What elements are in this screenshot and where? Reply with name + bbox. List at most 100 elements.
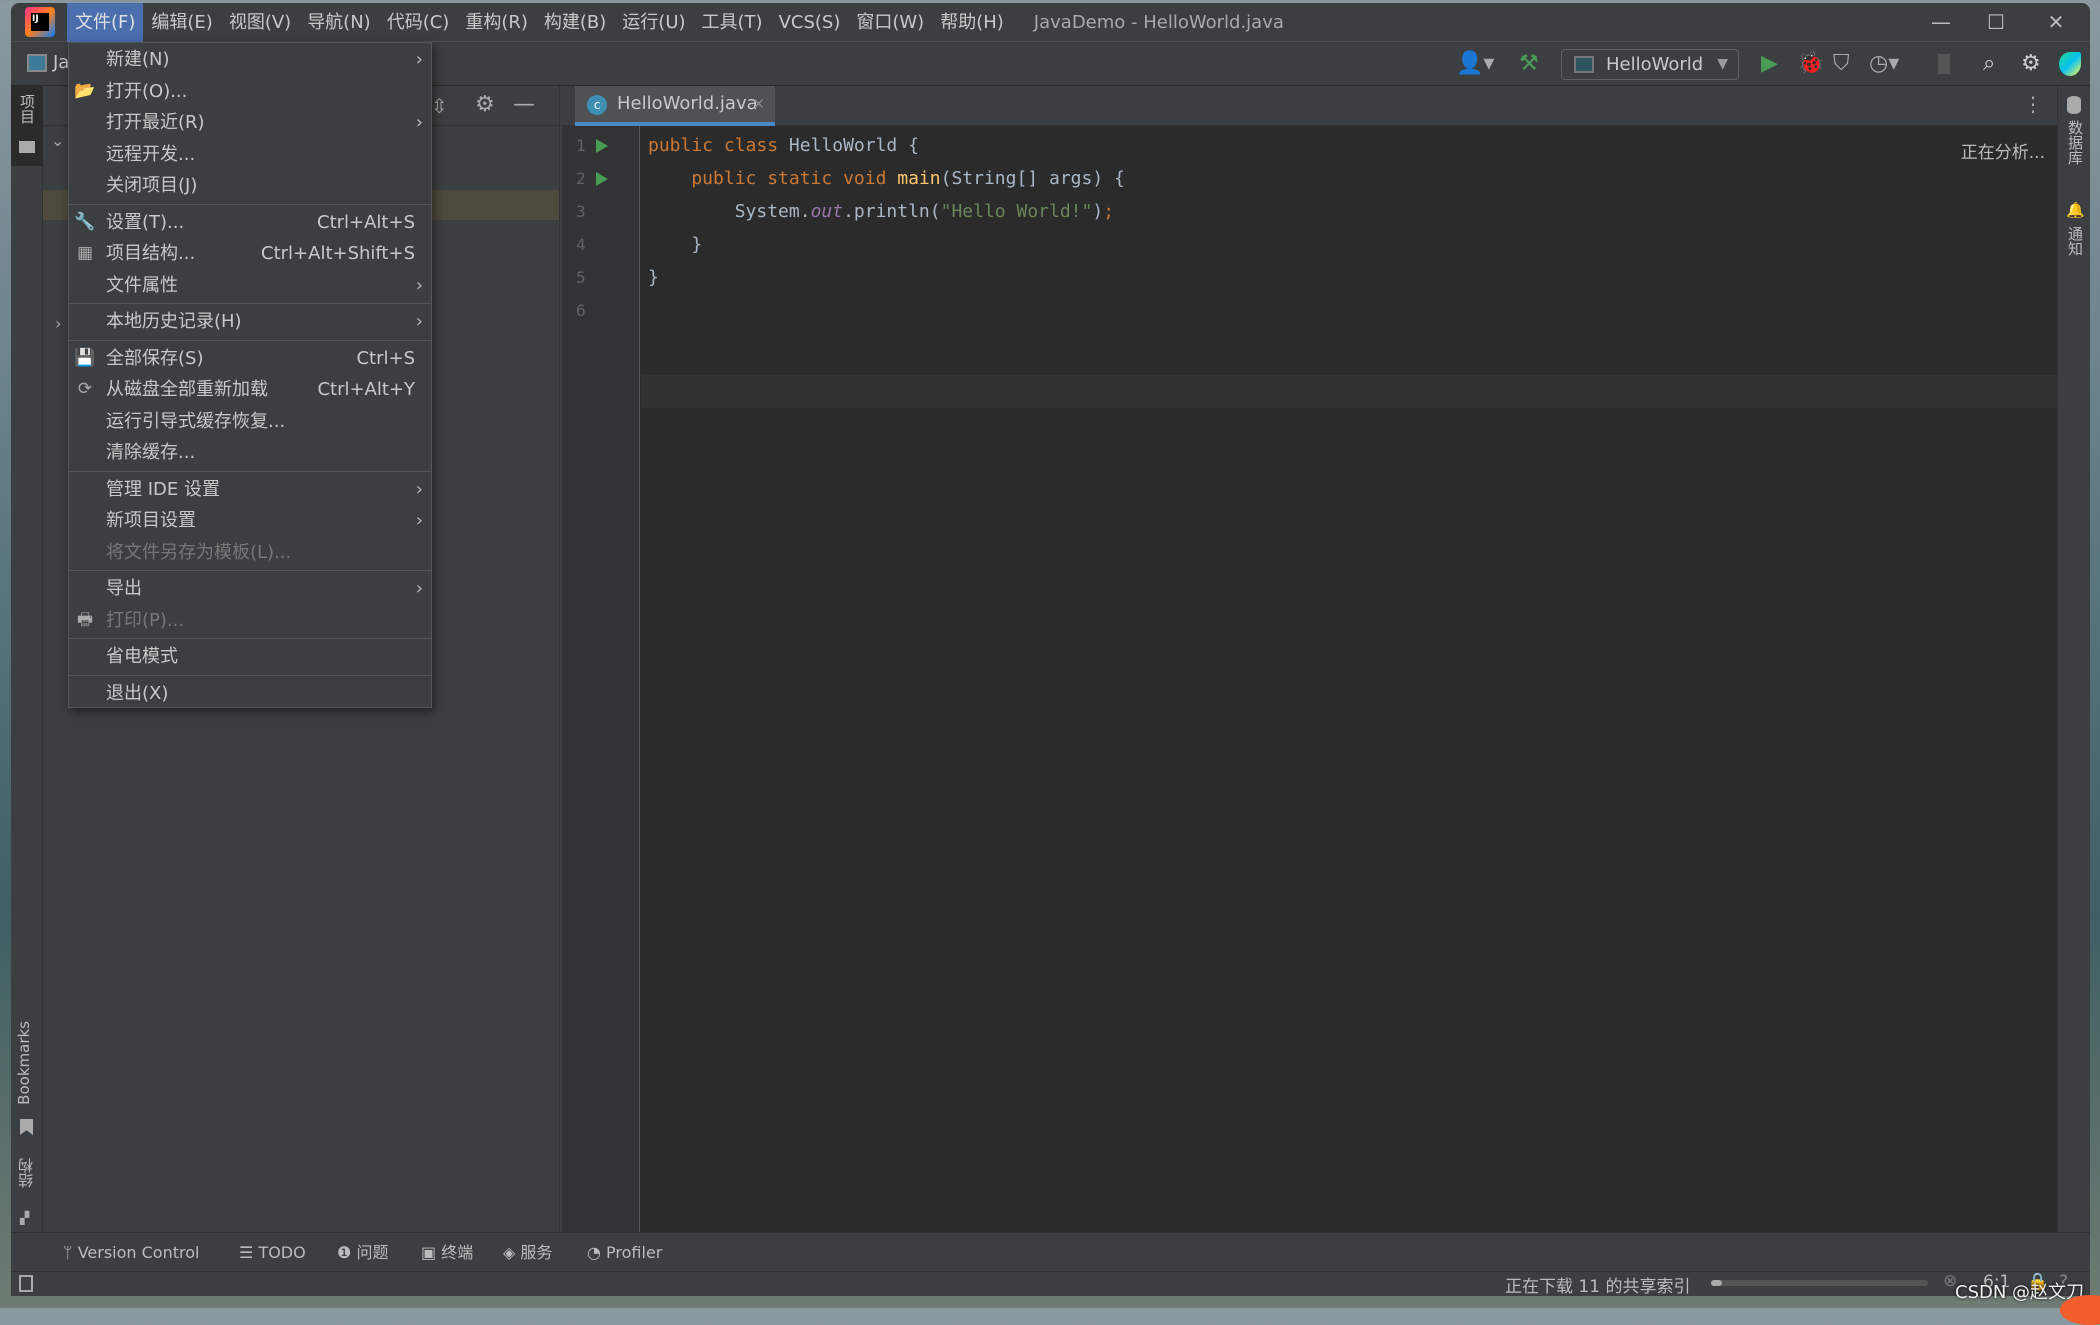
- tool-notifications[interactable]: 通知: [2065, 226, 2086, 256]
- gear-icon[interactable]: ⚙: [2021, 50, 2041, 78]
- code-line[interactable]: }: [648, 228, 702, 261]
- chevron-right-icon: ›: [415, 311, 423, 332]
- tool-bookmarks[interactable]: Bookmarks: [15, 1021, 33, 1109]
- intellij-logo-icon[interactable]: IJ: [25, 7, 55, 37]
- terminal-icon: ▣: [421, 1243, 442, 1262]
- code-line[interactable]: public class HelloWorld {: [648, 129, 919, 162]
- close-button[interactable]: ✕: [2026, 3, 2086, 42]
- menu-item[interactable]: 导出 ›: [69, 573, 431, 605]
- file-menu-dropdown: 新建(N) › 📂 打开(O)... 打开最近(R) › 远程开发... 关闭项目(J) 🔧 设置…: [68, 42, 432, 708]
- menu-item-label: 新建(N): [106, 49, 170, 70]
- menu-item-label: 全部保存(S): [106, 347, 204, 369]
- menu-3[interactable]: 导航(N): [299, 3, 379, 42]
- menu-10[interactable]: 窗口(W): [848, 3, 932, 42]
- run-config-label: HelloWorld: [1606, 54, 1704, 75]
- chevron-right-icon: ›: [415, 510, 423, 531]
- menu-item[interactable]: 退出(X): [69, 678, 431, 710]
- menu-item[interactable]: 📂 打开(O)...: [69, 76, 431, 108]
- menu-7[interactable]: 运行(U): [614, 3, 693, 42]
- breadcrumb[interactable]: Ja: [53, 52, 69, 73]
- watermark: CSDN @赵文刀: [1955, 1282, 2085, 1303]
- database-icon: [2067, 96, 2081, 114]
- menu-item[interactable]: ▦ 项目结构... Ctrl+Alt+Shift+S: [69, 238, 431, 270]
- tool-terminal[interactable]: ▣ 终端: [421, 1233, 473, 1273]
- menu-item-shortcut: Ctrl+Alt+Shift+S: [261, 243, 415, 264]
- menu-item[interactable]: 打开最近(R) ›: [69, 107, 431, 139]
- project-icon: [27, 54, 47, 72]
- menu-item[interactable]: 新建(N) ›: [69, 44, 431, 76]
- debug-icon[interactable]: 🐞: [1797, 50, 1824, 78]
- menu-item[interactable]: 💾 全部保存(S) Ctrl+S: [69, 343, 431, 375]
- menu-item[interactable]: 🔧 设置(T)... Ctrl+Alt+S: [69, 207, 431, 239]
- chevron-right-icon: ›: [415, 49, 423, 70]
- refresh-icon: ⟳: [77, 379, 93, 399]
- list-icon: ☰: [239, 1243, 259, 1262]
- tool-profiler[interactable]: ◔ Profiler: [587, 1233, 662, 1273]
- menu-item[interactable]: 🖶 打印(P)...: [69, 605, 431, 637]
- run-icon[interactable]: ▶: [1761, 50, 1778, 78]
- code-line[interactable]: System.out.println("Hello World!");: [648, 195, 1114, 228]
- minimize-button[interactable]: —: [1911, 3, 1971, 42]
- menu-item[interactable]: 远程开发...: [69, 139, 431, 171]
- tool-services[interactable]: ◈ 服务: [503, 1233, 552, 1273]
- chevron-right-icon[interactable]: ›: [55, 314, 61, 333]
- menu-item-label: 管理 IDE 设置: [106, 478, 220, 500]
- gear-icon[interactable]: ⚙: [475, 92, 495, 117]
- menu-1[interactable]: 编辑(E): [143, 3, 220, 42]
- menu-item[interactable]: 本地历史记录(H) ›: [69, 306, 431, 338]
- menu-5[interactable]: 重构(R): [457, 3, 536, 42]
- save-icon: 💾: [74, 347, 96, 368]
- menu-11[interactable]: 帮助(H): [932, 3, 1012, 42]
- maximize-button[interactable]: ☐: [1966, 3, 2026, 42]
- menu-item[interactable]: 文件属性 ›: [69, 270, 431, 302]
- toggle-tool-windows-icon[interactable]: [19, 1275, 33, 1292]
- code-line[interactable]: public static void main(String[] args) {: [648, 162, 1125, 195]
- coverage-icon[interactable]: ⛉: [1833, 50, 1850, 78]
- label: Profiler: [606, 1243, 663, 1262]
- menu-8[interactable]: 工具(T): [694, 3, 771, 42]
- build-hammer-icon[interactable]: ⚒: [1519, 50, 1539, 78]
- info-icon: ❶: [337, 1243, 357, 1262]
- menu-item[interactable]: 将文件另存为模板(L)...: [69, 537, 431, 569]
- menu-item[interactable]: 清除缓存...: [69, 437, 431, 469]
- stop-icon[interactable]: [1938, 54, 1950, 74]
- project-structure-icon: ▦: [76, 243, 94, 263]
- tool-project[interactable]: 项目: [11, 86, 43, 166]
- vcs-user-icon[interactable]: 👤▾: [1456, 50, 1494, 78]
- background-task[interactable]: 正在下载 11 的共享索引: [1505, 1272, 1690, 1296]
- menu-2[interactable]: 视图(V): [221, 3, 299, 42]
- window-title: JavaDemo - HelloWorld.java: [1033, 11, 1284, 33]
- menu-item[interactable]: 运行引导式缓存恢复...: [69, 406, 431, 438]
- label: 服务: [520, 1243, 553, 1262]
- code-token: ;: [1103, 201, 1115, 222]
- menu-item[interactable]: 新项目设置 ›: [69, 505, 431, 537]
- collapse-all-icon[interactable]: ⇳: [431, 94, 448, 118]
- profile-icon[interactable]: ◷▾: [1869, 50, 1899, 78]
- search-icon[interactable]: ⌕: [1983, 50, 1995, 78]
- menu-item-label: 退出(X): [106, 682, 169, 704]
- run-config-select[interactable]: HelloWorld ▼: [1561, 49, 1739, 80]
- menu-9[interactable]: VCS(S): [771, 3, 849, 42]
- code-token: public class: [648, 135, 789, 156]
- menu-6[interactable]: 构建(B): [536, 3, 614, 42]
- profiler-icon: ◔: [587, 1243, 607, 1262]
- menu-0[interactable]: 文件(F): [67, 3, 144, 42]
- hide-panel-icon[interactable]: —: [513, 92, 535, 117]
- chevron-down-icon[interactable]: ⌄: [51, 131, 64, 150]
- menu-item[interactable]: 关闭项目(J): [69, 170, 431, 202]
- tool-todo[interactable]: ☰ TODO: [239, 1233, 306, 1273]
- menu-item[interactable]: 省电模式: [69, 641, 431, 673]
- tool-problems[interactable]: ❶ 问题: [337, 1233, 388, 1273]
- menu-4[interactable]: 代码(C): [379, 3, 458, 42]
- tool-bookmarks-label: Bookmarks: [15, 1021, 33, 1105]
- code-line[interactable]: }: [648, 261, 659, 294]
- tool-database[interactable]: 数据库: [2065, 120, 2086, 165]
- menu-item[interactable]: ⟳ 从磁盘全部重新加载 Ctrl+Alt+Y: [69, 374, 431, 406]
- menu-item[interactable]: 管理 IDE 设置 ›: [69, 474, 431, 506]
- code-with-me-icon[interactable]: [2059, 52, 2081, 76]
- menu-item-shortcut: Ctrl+S: [356, 347, 415, 369]
- menu-item-label: 新项目设置: [106, 510, 196, 531]
- menu-item-label: 打印(P)...: [106, 609, 185, 631]
- tool-version-control[interactable]: ᛘ Version Control: [63, 1233, 199, 1273]
- code-token: public static void: [648, 168, 898, 189]
